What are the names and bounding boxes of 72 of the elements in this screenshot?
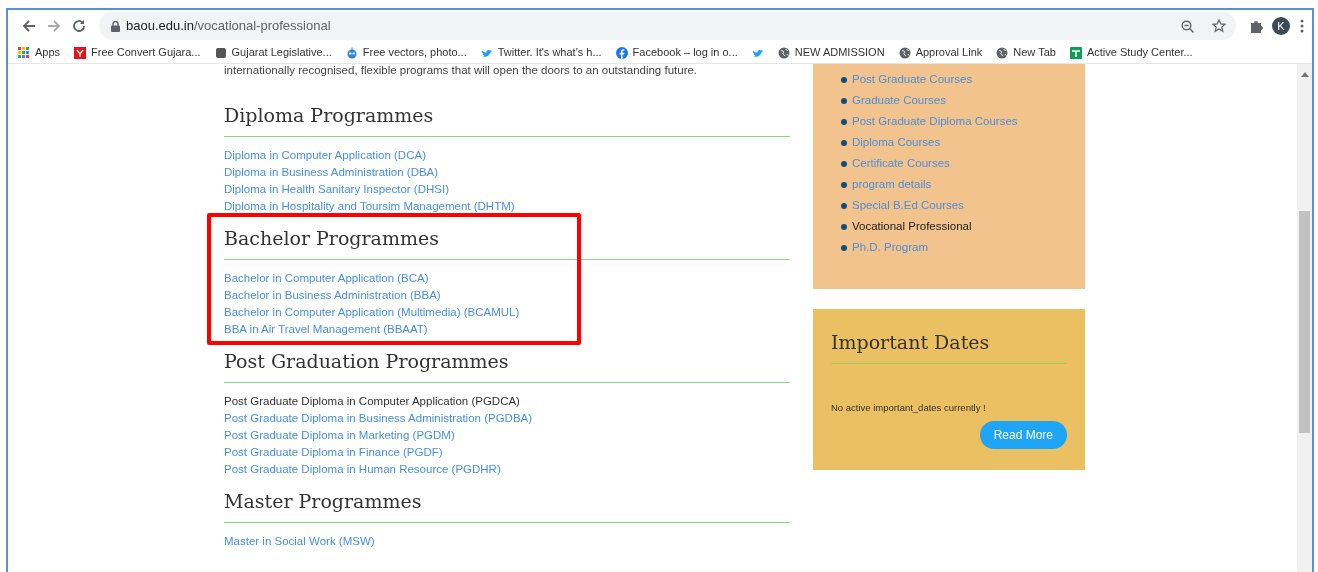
bookmark-link[interactable]: Approval Link <box>898 44 983 61</box>
scroll-up-icon[interactable] <box>1300 72 1309 77</box>
bookmark-link[interactable]: NEW ADMISSION <box>777 44 885 61</box>
site-icon <box>214 46 227 59</box>
section-heading: Post Graduation Programmes <box>224 349 510 373</box>
sidebar-link[interactable]: Graduate Courses <box>852 91 946 110</box>
bookmark-link[interactable]: Gujarat Legislative... <box>214 44 332 61</box>
section-heading: Master Programmes <box>224 489 423 513</box>
programme-link[interactable]: BBA in Air Travel Management (BBAAT) <box>224 321 790 338</box>
read-more-button[interactable]: Read More <box>979 421 1067 450</box>
programme-link[interactable]: Post Graduate Diploma in Business Administration (PGDBA) <box>224 410 790 427</box>
back-icon[interactable] <box>21 19 36 33</box>
menu-icon[interactable] <box>1300 19 1304 33</box>
programme-link[interactable]: Diploma in Hospitality and Toursim Management (DHTM) <box>224 198 790 215</box>
bookmark-link[interactable]: Twitter. It's what's h... <box>480 44 602 61</box>
programme-link[interactable]: Master in Social Work (MSW) <box>224 533 790 550</box>
bookmark-link[interactable]: Facebook – log in o... <box>615 44 738 61</box>
sidebar-link[interactable]: Ph.D. Program <box>852 238 929 257</box>
programme-link[interactable]: Post Graduate Diploma in Finance (PGDF) <box>224 444 790 461</box>
robot-icon <box>345 46 358 59</box>
sidebar-link[interactable]: Post Graduate Courses <box>852 70 973 89</box>
sidebar-link[interactable]: Vocational Professional <box>852 217 972 236</box>
bullet-icon <box>841 202 847 209</box>
section-heading: Diploma Programmes <box>224 103 435 127</box>
bookmark-link[interactable]: Free vectors, photo... <box>345 44 467 61</box>
bullet-icon <box>841 223 847 230</box>
globe-icon <box>777 46 790 59</box>
address-bar[interactable]: baou.edu.in/vocational-professional <box>99 12 1236 40</box>
bookmark-link[interactable]: Apps <box>18 44 61 61</box>
programme-link[interactable]: Diploma in Business Administration (DBA) <box>224 164 790 181</box>
square-logo-icon <box>74 46 87 59</box>
bookmark-link[interactable]: Active Study Center... <box>1069 44 1193 61</box>
sidebar-link[interactable]: Certificate Courses <box>852 154 950 173</box>
programme-link[interactable]: Diploma in Health Sanitary Inspector (DHSI) <box>224 181 790 198</box>
programme-link[interactable]: Bachelor in Computer Application (BCA) <box>224 270 790 287</box>
bullet-icon <box>841 97 847 104</box>
scrollbar[interactable] <box>1297 64 1312 572</box>
spreadsheet-icon <box>1069 46 1082 59</box>
bullet-icon <box>841 118 847 125</box>
puzzle-icon[interactable] <box>1250 19 1264 33</box>
scrollbar-thumb[interactable] <box>1299 211 1310 433</box>
sidebar-link[interactable]: Special B.Ed Courses <box>852 196 964 215</box>
bullet-icon <box>841 139 847 146</box>
bookmark-link[interactable]: New Tab <box>996 44 1056 61</box>
profile-avatar[interactable]: K <box>1272 17 1290 35</box>
facebook-icon <box>615 46 628 59</box>
lock-icon <box>111 20 120 32</box>
globe-icon <box>898 46 911 59</box>
bullet-icon <box>841 181 847 188</box>
bookmark-link[interactable]: Free Convert Gujara... <box>74 44 201 61</box>
sidebar-link[interactable]: Post Graduate Diploma Courses <box>852 112 1018 131</box>
bullet-icon <box>841 160 847 167</box>
section-heading: Bachelor Programmes <box>224 226 440 250</box>
bullet-icon <box>841 76 847 83</box>
bullet-icon <box>841 244 847 251</box>
programme-link[interactable]: Diploma in Computer Application (DCA) <box>224 147 790 164</box>
intro-text: internationally recognised, flexible programs that will open the doors to an outstanding future. <box>224 64 699 76</box>
panel-heading: Important Dates <box>831 330 991 354</box>
programme-link[interactable]: Post Graduate Diploma in Human Resource (PGDHR) <box>224 461 790 478</box>
programme-link[interactable]: Post Graduate Diploma in Marketing (PGDM) <box>224 427 790 444</box>
globe-icon <box>996 46 1009 59</box>
star-icon[interactable] <box>1212 19 1226 33</box>
url-text: baou.edu.in/vocational-professional <box>126 17 331 36</box>
programme-link[interactable]: Post Graduate Diploma in Computer Application (PGDCA) <box>224 393 790 410</box>
reload-icon[interactable] <box>71 19 86 33</box>
sidebar-link[interactable]: program details <box>852 175 932 194</box>
empty-message: No active important_dates currently ! <box>831 401 987 415</box>
sidebar-link[interactable]: Diploma Courses <box>852 133 941 152</box>
grid-icon <box>18 46 30 59</box>
programme-link[interactable]: Bachelor in Business Administration (BBA) <box>224 287 790 304</box>
zoom-out-icon[interactable] <box>1181 19 1194 33</box>
programme-link[interactable]: Bachelor in Computer Application (Multimedia) (BCAMUL) <box>224 304 790 321</box>
